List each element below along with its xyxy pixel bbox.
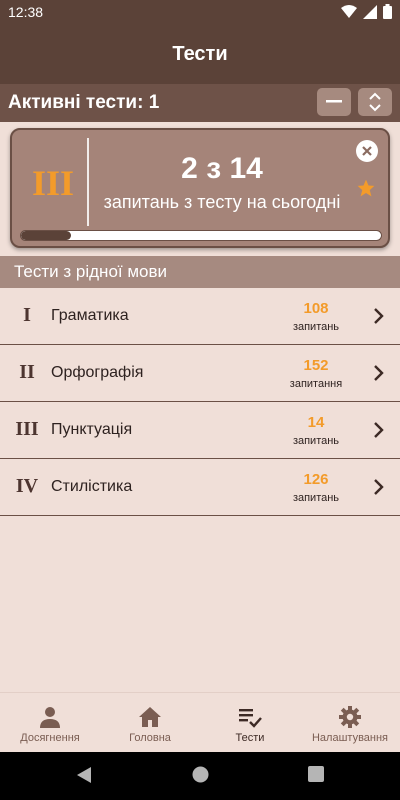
test-row-stylistics[interactable]: IV Стилістика 126 запитань <box>0 459 400 516</box>
nav-label: Тести <box>235 732 265 744</box>
nav-tests[interactable]: Тести <box>200 693 300 753</box>
test-row-orthography[interactable]: II Орфографія 152 запитання <box>0 345 400 402</box>
progress-fill <box>21 231 72 240</box>
checklist-icon <box>239 709 262 728</box>
status-time: 12:38 <box>8 4 44 20</box>
close-test-button[interactable] <box>356 140 378 162</box>
test-row-punctuation[interactable]: III Пунктуація 14 запитань <box>0 402 400 459</box>
nav-settings[interactable]: Налаштування <box>300 693 400 753</box>
test-roman: II <box>19 361 35 383</box>
test-count-unit: запитань <box>292 321 340 333</box>
status-bar: 12:38 <box>0 0 400 24</box>
recents-icon[interactable] <box>308 766 324 782</box>
section-header: Тести з рідної мови <box>0 256 400 288</box>
test-name: Пунктуація <box>51 421 133 438</box>
collapse-button[interactable] <box>317 88 351 116</box>
nav-home[interactable]: Головна <box>100 693 200 753</box>
chevron-right-icon <box>374 479 384 495</box>
current-test-roman: III <box>32 163 75 203</box>
wifi-icon <box>341 4 357 18</box>
test-name: Орфографія <box>51 364 144 381</box>
star-icon[interactable] <box>356 178 376 198</box>
test-count: 108 <box>303 300 329 317</box>
home-icon <box>139 707 161 727</box>
nav-label: Головна <box>129 732 171 744</box>
close-icon <box>362 146 372 156</box>
current-test-card[interactable]: III 2 з 14 запитань з тесту на сьогодні <box>10 128 390 248</box>
test-count-unit: запитань <box>292 492 340 504</box>
active-tests-label: Активні тести: 1 <box>8 92 160 113</box>
battery-icon <box>383 4 392 19</box>
test-name: Стилістика <box>51 478 133 495</box>
test-roman: III <box>15 418 39 440</box>
status-icons <box>341 4 392 19</box>
test-count: 126 <box>303 471 329 488</box>
home-circle-icon[interactable] <box>192 766 209 783</box>
bottom-navigation: Досягнення Головна Тести Налаштування <box>0 692 400 752</box>
test-name: Граматика <box>51 307 129 324</box>
nav-achievements[interactable]: Досягнення <box>0 693 100 753</box>
test-count-unit: запитання <box>289 378 343 390</box>
minus-icon <box>326 100 342 103</box>
chevron-right-icon <box>374 365 384 381</box>
nav-label: Налаштування <box>311 732 389 744</box>
current-test-progress-text: 2 з 14 <box>181 152 263 185</box>
test-roman: I <box>23 304 31 326</box>
section-title: Тести з рідної мови <box>14 262 168 281</box>
tests-list: I Граматика 108 запитань II Орфографія 1… <box>0 288 400 516</box>
test-count: 14 <box>307 414 325 431</box>
chevron-right-icon <box>374 308 384 324</box>
chevron-right-icon <box>374 422 384 438</box>
current-test-subtitle: запитань з тесту на сьогодні <box>103 192 341 212</box>
person-icon <box>40 707 60 728</box>
test-roman: IV <box>15 475 39 497</box>
signal-icon <box>363 4 377 19</box>
expand-button[interactable] <box>358 88 392 116</box>
page-title: Тести <box>172 43 228 65</box>
current-test-progress-bar <box>20 230 382 241</box>
test-count-unit: запитань <box>292 435 340 447</box>
nav-label: Досягнення <box>20 732 80 744</box>
app-bar: Тести <box>0 24 400 84</box>
card-divider <box>87 138 89 226</box>
active-tests-bar: Активні тести: 1 <box>0 84 400 122</box>
test-count: 152 <box>303 357 329 374</box>
system-navigation-bar <box>0 752 400 800</box>
back-icon[interactable] <box>76 766 92 784</box>
test-row-grammar[interactable]: I Граматика 108 запитань <box>0 288 400 345</box>
gear-icon <box>339 706 361 728</box>
unfold-icon <box>369 92 381 112</box>
